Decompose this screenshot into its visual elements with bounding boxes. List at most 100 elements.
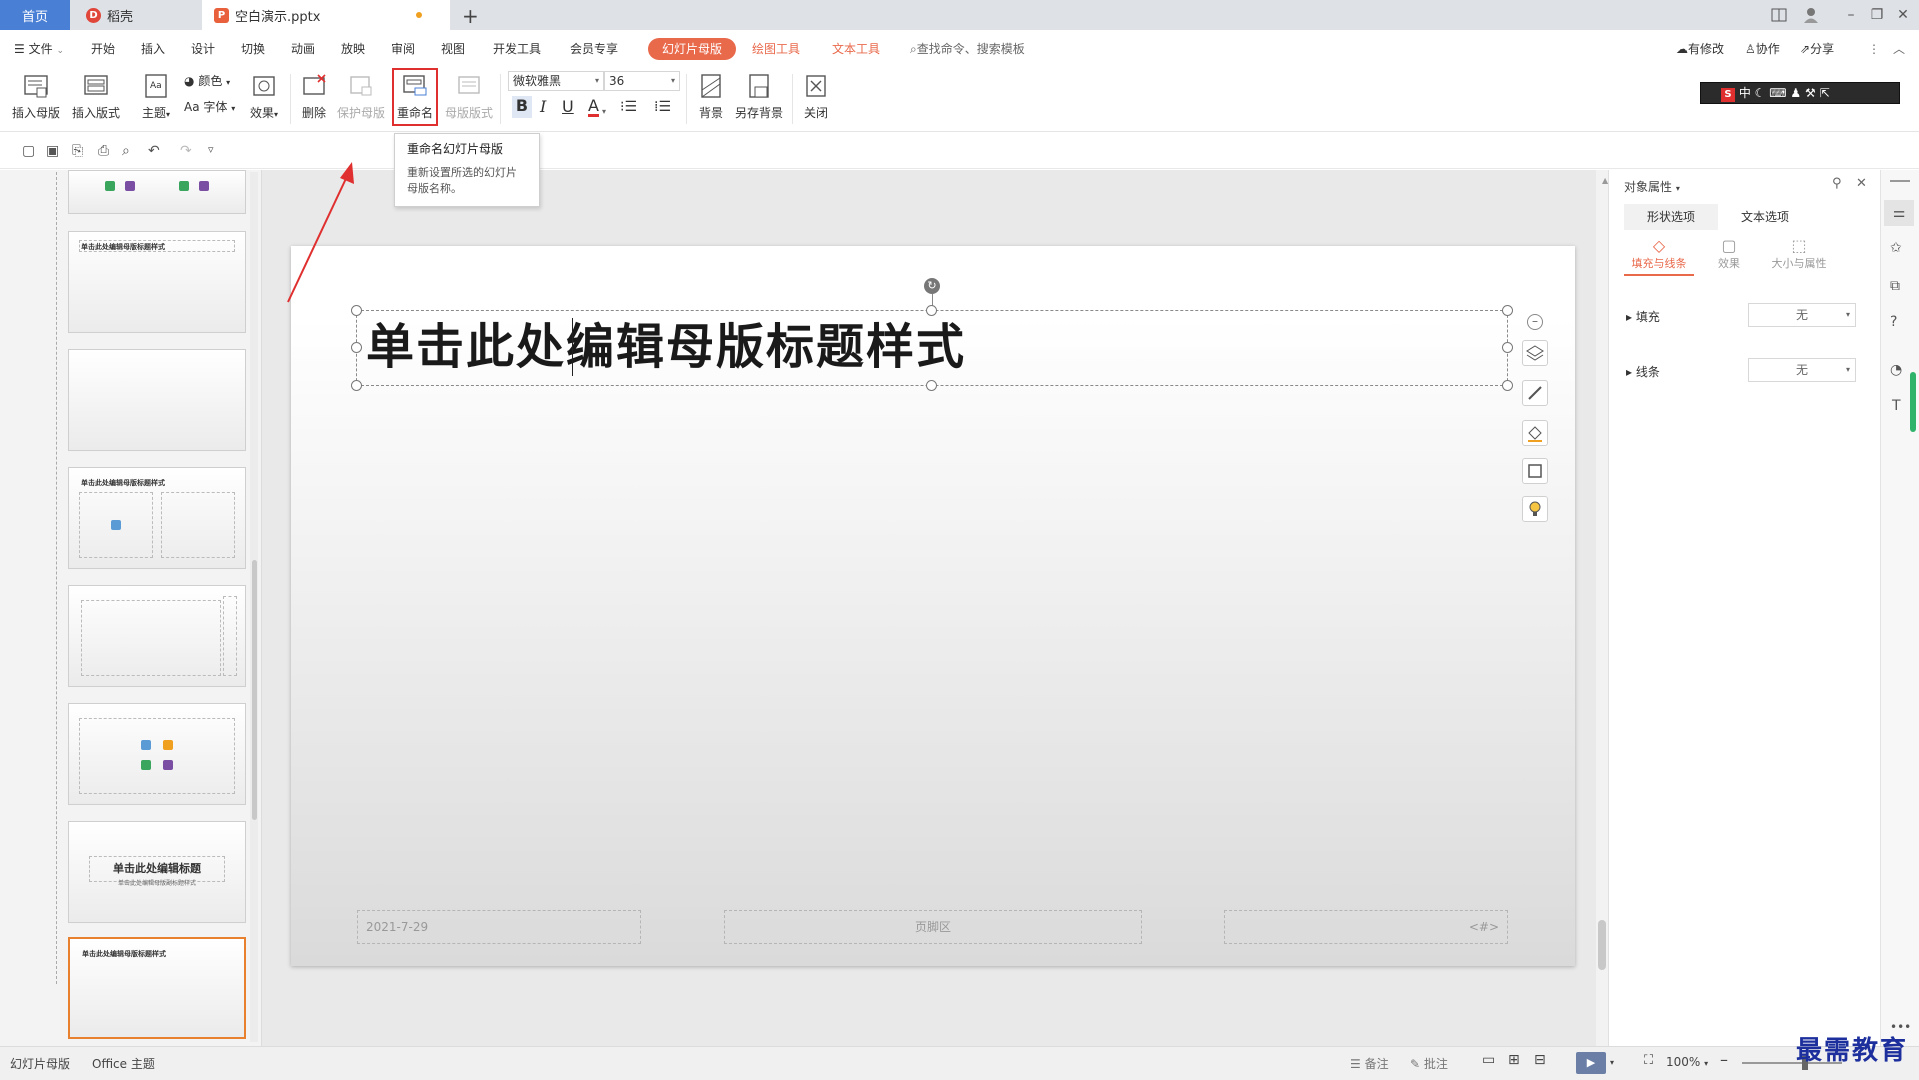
tab-shape-options[interactable]: 形状选项	[1624, 204, 1718, 230]
minimize-button[interactable]: –	[1842, 6, 1860, 24]
normal-view-icon[interactable]: ▭	[1482, 1052, 1495, 1068]
resize-handle[interactable]	[1502, 342, 1513, 353]
slide-thumbnail[interactable]	[68, 703, 246, 805]
slide-thumbnail[interactable]	[68, 170, 246, 214]
menu-text-tools[interactable]: 文本工具	[832, 41, 880, 57]
zoom-level[interactable]: 100% ▾	[1666, 1055, 1708, 1069]
bold-button[interactable]: B	[512, 96, 532, 118]
layers-button[interactable]	[1522, 340, 1548, 366]
new-tab-button[interactable]: +	[462, 4, 479, 28]
font-theme-button[interactable]: Aa 字体 ▾	[184, 98, 235, 118]
text-icon[interactable]: T	[1892, 398, 1901, 414]
resize-handle[interactable]	[351, 380, 362, 391]
background-button[interactable]: 背景	[694, 72, 728, 121]
underline-button[interactable]: U	[562, 97, 574, 117]
bullet-list-icon[interactable]: ⁝☰	[620, 97, 637, 117]
menu-developer[interactable]: 开发工具	[493, 41, 541, 57]
menu-view[interactable]: 视图	[441, 41, 465, 57]
tab-text-options[interactable]: 文本选项	[1718, 204, 1812, 230]
menu-review[interactable]: 审阅	[391, 41, 415, 57]
slide-thumbnail-selected[interactable]: 单击此处编辑母版标题样式	[68, 937, 246, 1039]
subtab-effect[interactable]: ▢ 效果	[1704, 236, 1754, 271]
window-icon[interactable]: ⧉	[1890, 278, 1900, 294]
slide-title[interactable]: 单击此处编辑母版标题样式	[366, 316, 966, 378]
redo-icon[interactable]: ↷	[180, 143, 192, 159]
modified-button[interactable]: ☁有修改	[1676, 41, 1724, 57]
font-name-select[interactable]: 微软雅黑 ▾	[508, 71, 604, 91]
font-size-select[interactable]: 36 ▾	[604, 71, 680, 91]
subtab-size[interactable]: ⬚ 大小与属性	[1764, 236, 1834, 271]
resize-handle[interactable]	[351, 342, 362, 353]
menu-transition[interactable]: 切换	[241, 41, 265, 57]
zoom-out-button[interactable]: –	[1720, 1050, 1728, 1069]
tab-file[interactable]: P 空白演示.pptx	[202, 0, 450, 30]
collapse-ribbon-icon[interactable]: ︿	[1893, 41, 1905, 57]
grid-view-icon[interactable]: ⊞	[1508, 1052, 1520, 1068]
insert-master-button[interactable]: 插入母版	[10, 72, 62, 121]
insert-layout-button[interactable]: 插入版式	[70, 72, 122, 121]
chevron-down-icon[interactable]: ▾	[602, 102, 606, 122]
resize-handle[interactable]	[926, 380, 937, 391]
close-window-button[interactable]: ✕	[1894, 6, 1912, 24]
pen-button[interactable]	[1522, 380, 1548, 406]
fit-window-icon[interactable]: ⛶	[1644, 1053, 1653, 1068]
fill-select[interactable]: 无 ▾	[1748, 303, 1856, 327]
reading-view-icon[interactable]: ⊟	[1534, 1052, 1546, 1068]
export-icon[interactable]: ⎘	[72, 143, 83, 159]
thumbnail-scrollbar-thumb[interactable]	[252, 560, 257, 820]
date-placeholder[interactable]: 2021-7-29	[357, 910, 641, 944]
more-icon[interactable]: ⋮	[1868, 41, 1880, 57]
italic-button[interactable]: I	[540, 97, 546, 117]
master-layout-button[interactable]: 母版版式	[444, 72, 494, 121]
fill-section-toggle[interactable]: ▸ 填充	[1626, 308, 1660, 325]
color-button[interactable]: ◕ 颜色 ▾	[184, 72, 230, 92]
menu-insert[interactable]: 插入	[141, 41, 165, 57]
slide-thumbnail[interactable]: 单击此处编辑母版标题样式	[68, 231, 246, 333]
footer-placeholder[interactable]: 页脚区	[724, 910, 1142, 944]
rotate-handle-icon[interactable]: ↻	[924, 278, 940, 294]
close-master-button[interactable]: 关闭	[800, 72, 832, 121]
fill-button[interactable]	[1522, 420, 1548, 446]
print-icon[interactable]: ⎙	[98, 143, 109, 159]
line-select[interactable]: 无 ▾	[1748, 358, 1856, 382]
palette-icon[interactable]: ◔	[1890, 362, 1902, 378]
save-icon[interactable]: ▣	[46, 143, 59, 159]
save-background-button[interactable]: 另存背景	[734, 72, 784, 121]
menu-slideshow[interactable]: 放映	[341, 41, 365, 57]
notes-button[interactable]: ☰ 备注	[1350, 1055, 1389, 1072]
menu-animation[interactable]: 动画	[291, 41, 315, 57]
delete-button[interactable]: 删除	[298, 72, 330, 121]
theme-button[interactable]: Aa 主题▾	[138, 72, 174, 121]
slide-thumbnail[interactable]: 单击此处编辑母版标题样式	[68, 467, 246, 569]
menu-file[interactable]: ☰ 文件 ⌄	[14, 41, 64, 59]
resize-handle[interactable]	[1502, 380, 1513, 391]
slide-thumbnail[interactable]	[68, 585, 246, 687]
undo-icon[interactable]: ↶	[148, 143, 160, 159]
scroll-up-icon[interactable]: ▲	[1602, 176, 1608, 185]
customize-qat-icon[interactable]: ▿	[208, 143, 214, 156]
protect-master-button[interactable]: 保护母版	[336, 72, 386, 121]
resize-handle[interactable]	[926, 305, 937, 316]
line-section-toggle[interactable]: ▸ 线条	[1626, 363, 1660, 380]
pin-icon[interactable]: ⚲	[1832, 176, 1842, 191]
menu-drawing-tools[interactable]: 绘图工具	[752, 41, 800, 57]
slide-thumbnail[interactable]: 单击此处编辑标题 单击此处编辑母版副标题样式	[68, 821, 246, 923]
window-layout-icon[interactable]	[1770, 6, 1788, 24]
idea-button[interactable]	[1522, 496, 1548, 522]
comments-button[interactable]: ✎ 批注	[1410, 1055, 1448, 1072]
ime-toolbar[interactable]: S 中 ☾ ⌨ ♟ ⚒ ⇱	[1700, 82, 1900, 104]
collapse-tools-icon[interactable]: –	[1527, 314, 1543, 330]
new-file-icon[interactable]: ▢	[22, 143, 35, 159]
help-icon[interactable]: ?	[1890, 314, 1897, 330]
share-button[interactable]: ⇗分享	[1800, 41, 1834, 57]
resize-handle[interactable]	[1502, 305, 1513, 316]
border-button[interactable]	[1522, 458, 1548, 484]
restore-button[interactable]: ❐	[1868, 6, 1886, 24]
font-color-button[interactable]: A	[588, 97, 599, 117]
play-slideshow-button[interactable]: ▶	[1576, 1052, 1606, 1074]
slide-thumbnail[interactable]	[68, 349, 246, 451]
close-panel-icon[interactable]: ✕	[1856, 176, 1867, 191]
tab-home[interactable]: 首页	[0, 0, 70, 30]
numbered-list-icon[interactable]: ⁞☰	[654, 97, 671, 117]
menu-start[interactable]: 开始	[91, 41, 115, 57]
